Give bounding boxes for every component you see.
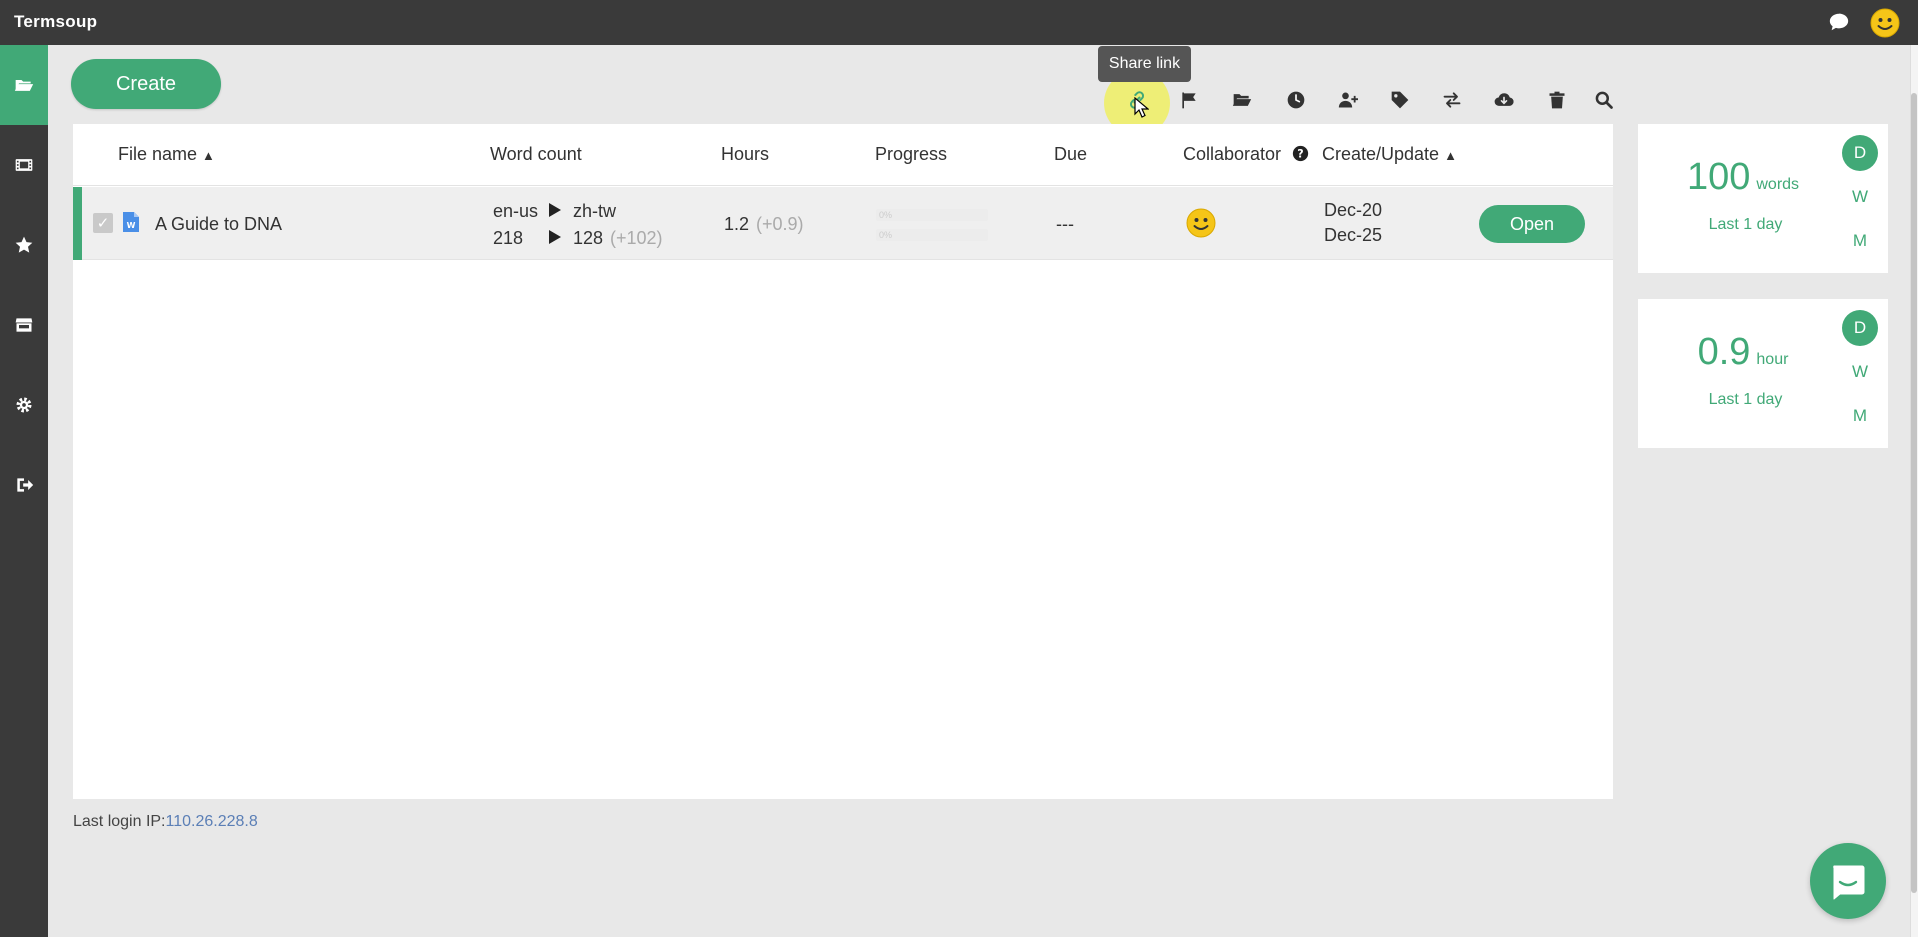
row-checkbox[interactable]: ✓	[93, 213, 113, 233]
word-document-icon: W	[123, 212, 139, 232]
source-word-count: 218	[493, 228, 524, 248]
sort-icon: ▲︎	[202, 148, 215, 163]
chat-icon	[1833, 865, 1865, 900]
due-date: ---	[1056, 214, 1074, 234]
app-title: Termsoup	[14, 12, 98, 31]
progress-bar-translation: 0%	[876, 209, 988, 221]
stat-value: 0.9 hour	[1697, 331, 1789, 373]
created-date: Dec-20	[1324, 200, 1383, 220]
svg-text:?: ?	[1297, 147, 1303, 160]
arrow-right-icon	[549, 230, 561, 244]
column-due: Due	[1054, 144, 1088, 164]
column-progress: Progress	[875, 144, 948, 164]
table-row[interactable]: ✓ W A Guide to DNA en-us zh-tw 218 128 (…	[73, 187, 1613, 260]
row-selected-indicator	[73, 187, 82, 260]
cloud-download-icon	[1494, 93, 1514, 106]
last-login-ip[interactable]: 110.26.228.8	[166, 813, 258, 830]
progress-bar-review: 0%	[876, 229, 988, 241]
support-chat-button[interactable]	[1810, 843, 1886, 919]
file-name[interactable]: A Guide to DNA	[155, 214, 282, 235]
move-folder-button[interactable]	[1229, 87, 1255, 113]
column-hours: Hours	[721, 144, 770, 164]
swap-languages-button[interactable]	[1439, 87, 1465, 113]
period-month-button[interactable]: M	[1842, 406, 1878, 426]
share-link-tooltip: Share link	[1098, 46, 1191, 82]
sidebar-item-film[interactable]	[0, 125, 48, 205]
table-header: File name ▲︎ Word count Hours Progress D…	[73, 124, 1613, 186]
updated-date: Dec-25	[1324, 225, 1383, 245]
tag-button[interactable]	[1387, 87, 1413, 113]
sidebar-item-files[interactable]	[0, 45, 48, 125]
file-table: File name ▲︎ Word count Hours Progress D…	[73, 124, 1613, 799]
star-icon	[15, 236, 33, 253]
help-icon[interactable]: ?	[1292, 145, 1309, 162]
arrow-right-icon	[549, 203, 561, 217]
hour-stats-card: 0.9 hour Last 1 day D W M	[1638, 299, 1888, 448]
period-day-button[interactable]: D	[1842, 135, 1878, 171]
svg-text:W: W	[127, 221, 136, 230]
search-icon	[1595, 91, 1613, 109]
period-week-button[interactable]: W	[1842, 362, 1878, 382]
hours-value: 1.2	[724, 214, 750, 234]
trash-icon	[1549, 91, 1565, 109]
source-language: en-us	[493, 201, 539, 221]
search-button[interactable]	[1591, 87, 1617, 113]
sidebar-item-store[interactable]	[0, 285, 48, 365]
stat-period: Last 1 day	[1708, 216, 1783, 233]
column-create-update[interactable]: Create/Update ▲︎	[1322, 144, 1457, 165]
period-month-button[interactable]: M	[1842, 231, 1878, 251]
user-plus-icon	[1338, 92, 1358, 108]
user-avatar-icon[interactable]	[1870, 8, 1900, 38]
clock-icon	[1287, 91, 1305, 109]
open-button[interactable]: Open	[1479, 205, 1585, 243]
logout-icon	[17, 478, 34, 492]
target-language: zh-tw	[573, 201, 617, 221]
collaborator-avatar-icon[interactable]	[1186, 208, 1216, 238]
folder-open-icon	[1232, 94, 1252, 106]
gear-icon	[16, 397, 32, 413]
word-stats-card: 100 words Last 1 day D W M	[1638, 124, 1888, 273]
stat-value: 100 words	[1686, 156, 1800, 198]
scrollbar-thumb[interactable]	[1911, 93, 1917, 893]
flag-icon	[1182, 92, 1196, 109]
sidebar-item-settings[interactable]	[0, 365, 48, 445]
sidebar	[0, 45, 48, 937]
period-week-button[interactable]: W	[1842, 187, 1878, 207]
create-button[interactable]: Create	[71, 59, 221, 109]
stat-period: Last 1 day	[1708, 391, 1783, 408]
history-button[interactable]	[1283, 87, 1309, 113]
period-day-button[interactable]: D	[1842, 310, 1878, 346]
hours-delta: (+0.9)	[756, 214, 804, 234]
sort-icon: ▲︎	[1444, 148, 1457, 163]
sidebar-item-logout[interactable]	[0, 445, 48, 525]
last-login: Last login IP:110.26.228.8	[73, 813, 258, 830]
film-icon	[15, 159, 33, 171]
exchange-icon	[1443, 92, 1461, 108]
top-bar: Termsoup	[0, 0, 1918, 45]
column-word-count: Word count	[490, 144, 582, 164]
sidebar-item-favorites[interactable]	[0, 205, 48, 285]
target-word-count: 128	[573, 228, 604, 248]
mouse-cursor-icon	[1134, 97, 1149, 118]
add-collaborator-button[interactable]	[1335, 87, 1361, 113]
folder-open-icon	[14, 80, 34, 91]
flag-button[interactable]	[1176, 87, 1202, 113]
chat-icon[interactable]	[1828, 11, 1850, 33]
tag-icon	[1391, 91, 1409, 109]
download-button[interactable]	[1491, 87, 1517, 113]
word-count-delta: (+102)	[610, 228, 663, 248]
column-file-name[interactable]: File name ▲︎	[118, 144, 215, 165]
delete-button[interactable]	[1544, 87, 1570, 113]
page-scrollbar[interactable]	[1910, 45, 1918, 937]
store-icon	[15, 318, 33, 332]
column-collaborator: Collaborator ?	[1183, 144, 1309, 165]
